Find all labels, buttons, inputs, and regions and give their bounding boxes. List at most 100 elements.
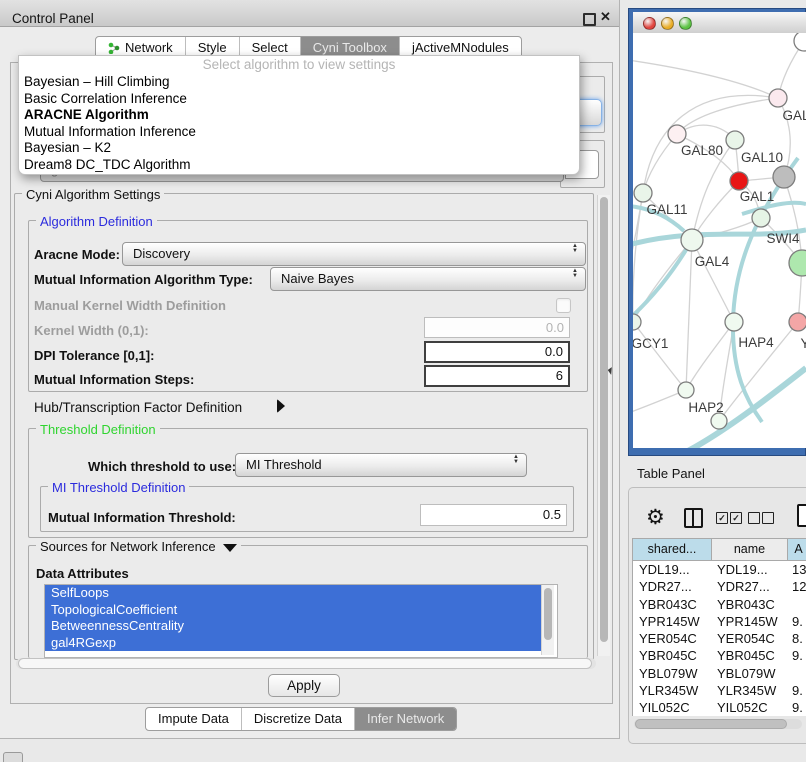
- column-header-shared[interactable]: shared...: [632, 538, 712, 561]
- network-node[interactable]: [634, 184, 652, 202]
- network-node[interactable]: [773, 166, 795, 188]
- sources-title: Sources for Network Inference: [36, 539, 241, 554]
- deselect-checkbox-icon[interactable]: [748, 512, 760, 524]
- settings-vscrollbar[interactable]: [597, 195, 610, 656]
- network-canvas[interactable]: GALGAL80GAL10GAL1GAL11SWI4GAL4GCY1HAP4YH…: [633, 33, 806, 448]
- table-cell: 9.: [786, 682, 806, 699]
- network-edge-highlighted[interactable]: [742, 203, 806, 214]
- data-attribute-item[interactable]: BetweennessCentrality: [45, 618, 548, 635]
- apply-button[interactable]: Apply: [268, 674, 340, 697]
- node-label: GAL1: [740, 189, 775, 204]
- which-threshold-label: Which threshold to use:: [88, 459, 236, 474]
- algorithm-option[interactable]: Mutual Information Inference: [19, 124, 579, 141]
- network-window-titlebar[interactable]: [633, 12, 806, 34]
- data-attributes-label: Data Attributes: [36, 566, 129, 581]
- network-edge[interactable]: [643, 134, 677, 193]
- kernel-width-field[interactable]: 0.0: [424, 317, 570, 338]
- table-hscrollbar[interactable]: [634, 719, 802, 729]
- network-node[interactable]: [789, 313, 806, 331]
- network-node[interactable]: [681, 229, 703, 251]
- attributes-vscrollbar[interactable]: [541, 585, 554, 655]
- network-edge[interactable]: [633, 60, 778, 98]
- network-edge[interactable]: [633, 322, 686, 390]
- node-label: HAP4: [738, 335, 774, 350]
- window-zoom-button[interactable]: [679, 17, 692, 30]
- table-row[interactable]: YER054CYER054C8.: [633, 630, 806, 647]
- tab-discretize-data[interactable]: Discretize Data: [241, 708, 354, 730]
- table-cell: 13: [786, 561, 806, 578]
- mi-threshold-label: Mutual Information Threshold:: [48, 510, 236, 525]
- network-edge-highlighted[interactable]: [633, 240, 692, 320]
- network-edge[interactable]: [677, 98, 778, 134]
- chevron-down-icon[interactable]: [223, 544, 237, 552]
- network-edge[interactable]: [686, 322, 734, 390]
- table-row[interactable]: YBL079WYBL079W: [633, 665, 806, 682]
- window-close-button[interactable]: [643, 17, 656, 30]
- network-node[interactable]: [794, 33, 806, 51]
- algorithm-option[interactable]: Dream8 DC_TDC Algorithm: [19, 157, 579, 174]
- data-attribute-item[interactable]: SelfLoops: [45, 585, 548, 602]
- mi-algorithm-type-combo[interactable]: Naive Bayes ▲▼: [270, 267, 586, 291]
- tab-impute-data[interactable]: Impute Data: [146, 708, 241, 730]
- data-attribute-item[interactable]: TopologicalCoefficient: [45, 602, 548, 619]
- table-cell: 9.: [786, 613, 806, 630]
- column-header-name[interactable]: name: [712, 538, 788, 561]
- manual-kernel-width-checkbox[interactable]: [556, 298, 571, 313]
- network-node[interactable]: [769, 89, 787, 107]
- algorithm-option[interactable]: Basic Correlation Inference: [19, 91, 579, 108]
- aracne-mode-combo[interactable]: Discovery ▲▼: [122, 242, 586, 266]
- network-edge[interactable]: [692, 240, 734, 322]
- close-icon[interactable]: ✕: [600, 9, 611, 25]
- network-node[interactable]: [789, 250, 806, 276]
- network-node[interactable]: [752, 209, 770, 227]
- data-attribute-item[interactable]: gal4RGexp: [45, 635, 548, 652]
- select-all-checkbox-icon[interactable]: ✓: [730, 512, 742, 524]
- float-window-icon[interactable]: [583, 13, 596, 26]
- algorithm-option[interactable]: ARACNE Algorithm: [19, 107, 579, 124]
- network-icon: [108, 42, 120, 54]
- split-pane-icon[interactable]: [684, 508, 703, 528]
- network-edge[interactable]: [633, 390, 686, 413]
- network-node[interactable]: [633, 314, 641, 330]
- table-row[interactable]: YIL052CYIL052C9.: [633, 699, 806, 716]
- network-node[interactable]: [668, 125, 686, 143]
- table-body: YDL19...YDL19...13YDR27...YDR27...12YBR0…: [632, 561, 806, 716]
- window-minimize-button[interactable]: [661, 17, 674, 30]
- network-edge[interactable]: [633, 193, 643, 322]
- network-node[interactable]: [678, 382, 694, 398]
- table-row[interactable]: YBR045CYBR045C9.: [633, 647, 806, 664]
- tab-infer-network[interactable]: Infer Network: [354, 708, 456, 730]
- table-settings-gear-icon[interactable]: ⚙: [646, 505, 665, 530]
- mi-threshold-field[interactable]: 0.5: [420, 504, 567, 526]
- table-row[interactable]: YDR27...YDR27...12: [633, 578, 806, 595]
- deselect-checkbox-icon[interactable]: [762, 512, 774, 524]
- table-cell: 9.: [786, 647, 806, 664]
- mi-steps-field[interactable]: 6: [424, 365, 570, 387]
- settings-hscrollbar[interactable]: [16, 658, 596, 669]
- algorithm-definition-title: Algorithm Definition: [36, 214, 157, 229]
- data-attributes-list[interactable]: SelfLoopsTopologicalCoefficientBetweenne…: [44, 584, 558, 658]
- algorithm-option[interactable]: Bayesian – K2: [19, 140, 579, 157]
- network-node[interactable]: [730, 172, 748, 190]
- table-row[interactable]: YDL19...YDL19...13: [633, 561, 806, 578]
- dpi-tolerance-field[interactable]: 0.0: [424, 341, 570, 363]
- which-threshold-combo[interactable]: MI Threshold ▲▼: [235, 453, 527, 477]
- table-cell: [786, 596, 806, 613]
- algorithm-option[interactable]: Bayesian – Hill Climbing: [19, 74, 579, 91]
- select-all-checkbox-icon[interactable]: ✓: [716, 512, 728, 524]
- clipped-button-fragment[interactable]: [3, 752, 23, 762]
- table-row[interactable]: YPR145WYPR145W9.: [633, 613, 806, 630]
- export-table-icon[interactable]: [797, 504, 806, 527]
- network-node[interactable]: [725, 313, 743, 331]
- hub-definition-toggle[interactable]: Hub/Transcription Factor Definition: [34, 400, 242, 415]
- column-header-A[interactable]: A: [788, 538, 806, 561]
- table-row[interactable]: YBR043CYBR043C: [633, 596, 806, 613]
- chevron-right-icon[interactable]: [277, 399, 285, 413]
- table-cell: YDL19...: [711, 561, 786, 578]
- network-node[interactable]: [711, 413, 727, 429]
- table-row[interactable]: YLR345WYLR345W9.: [633, 682, 806, 699]
- algorithm-dropdown-popup: Select algorithm to view settings Bayesi…: [18, 55, 580, 175]
- network-edge[interactable]: [686, 240, 692, 390]
- network-node[interactable]: [726, 131, 744, 149]
- table-header-row: shared...nameA: [632, 538, 806, 561]
